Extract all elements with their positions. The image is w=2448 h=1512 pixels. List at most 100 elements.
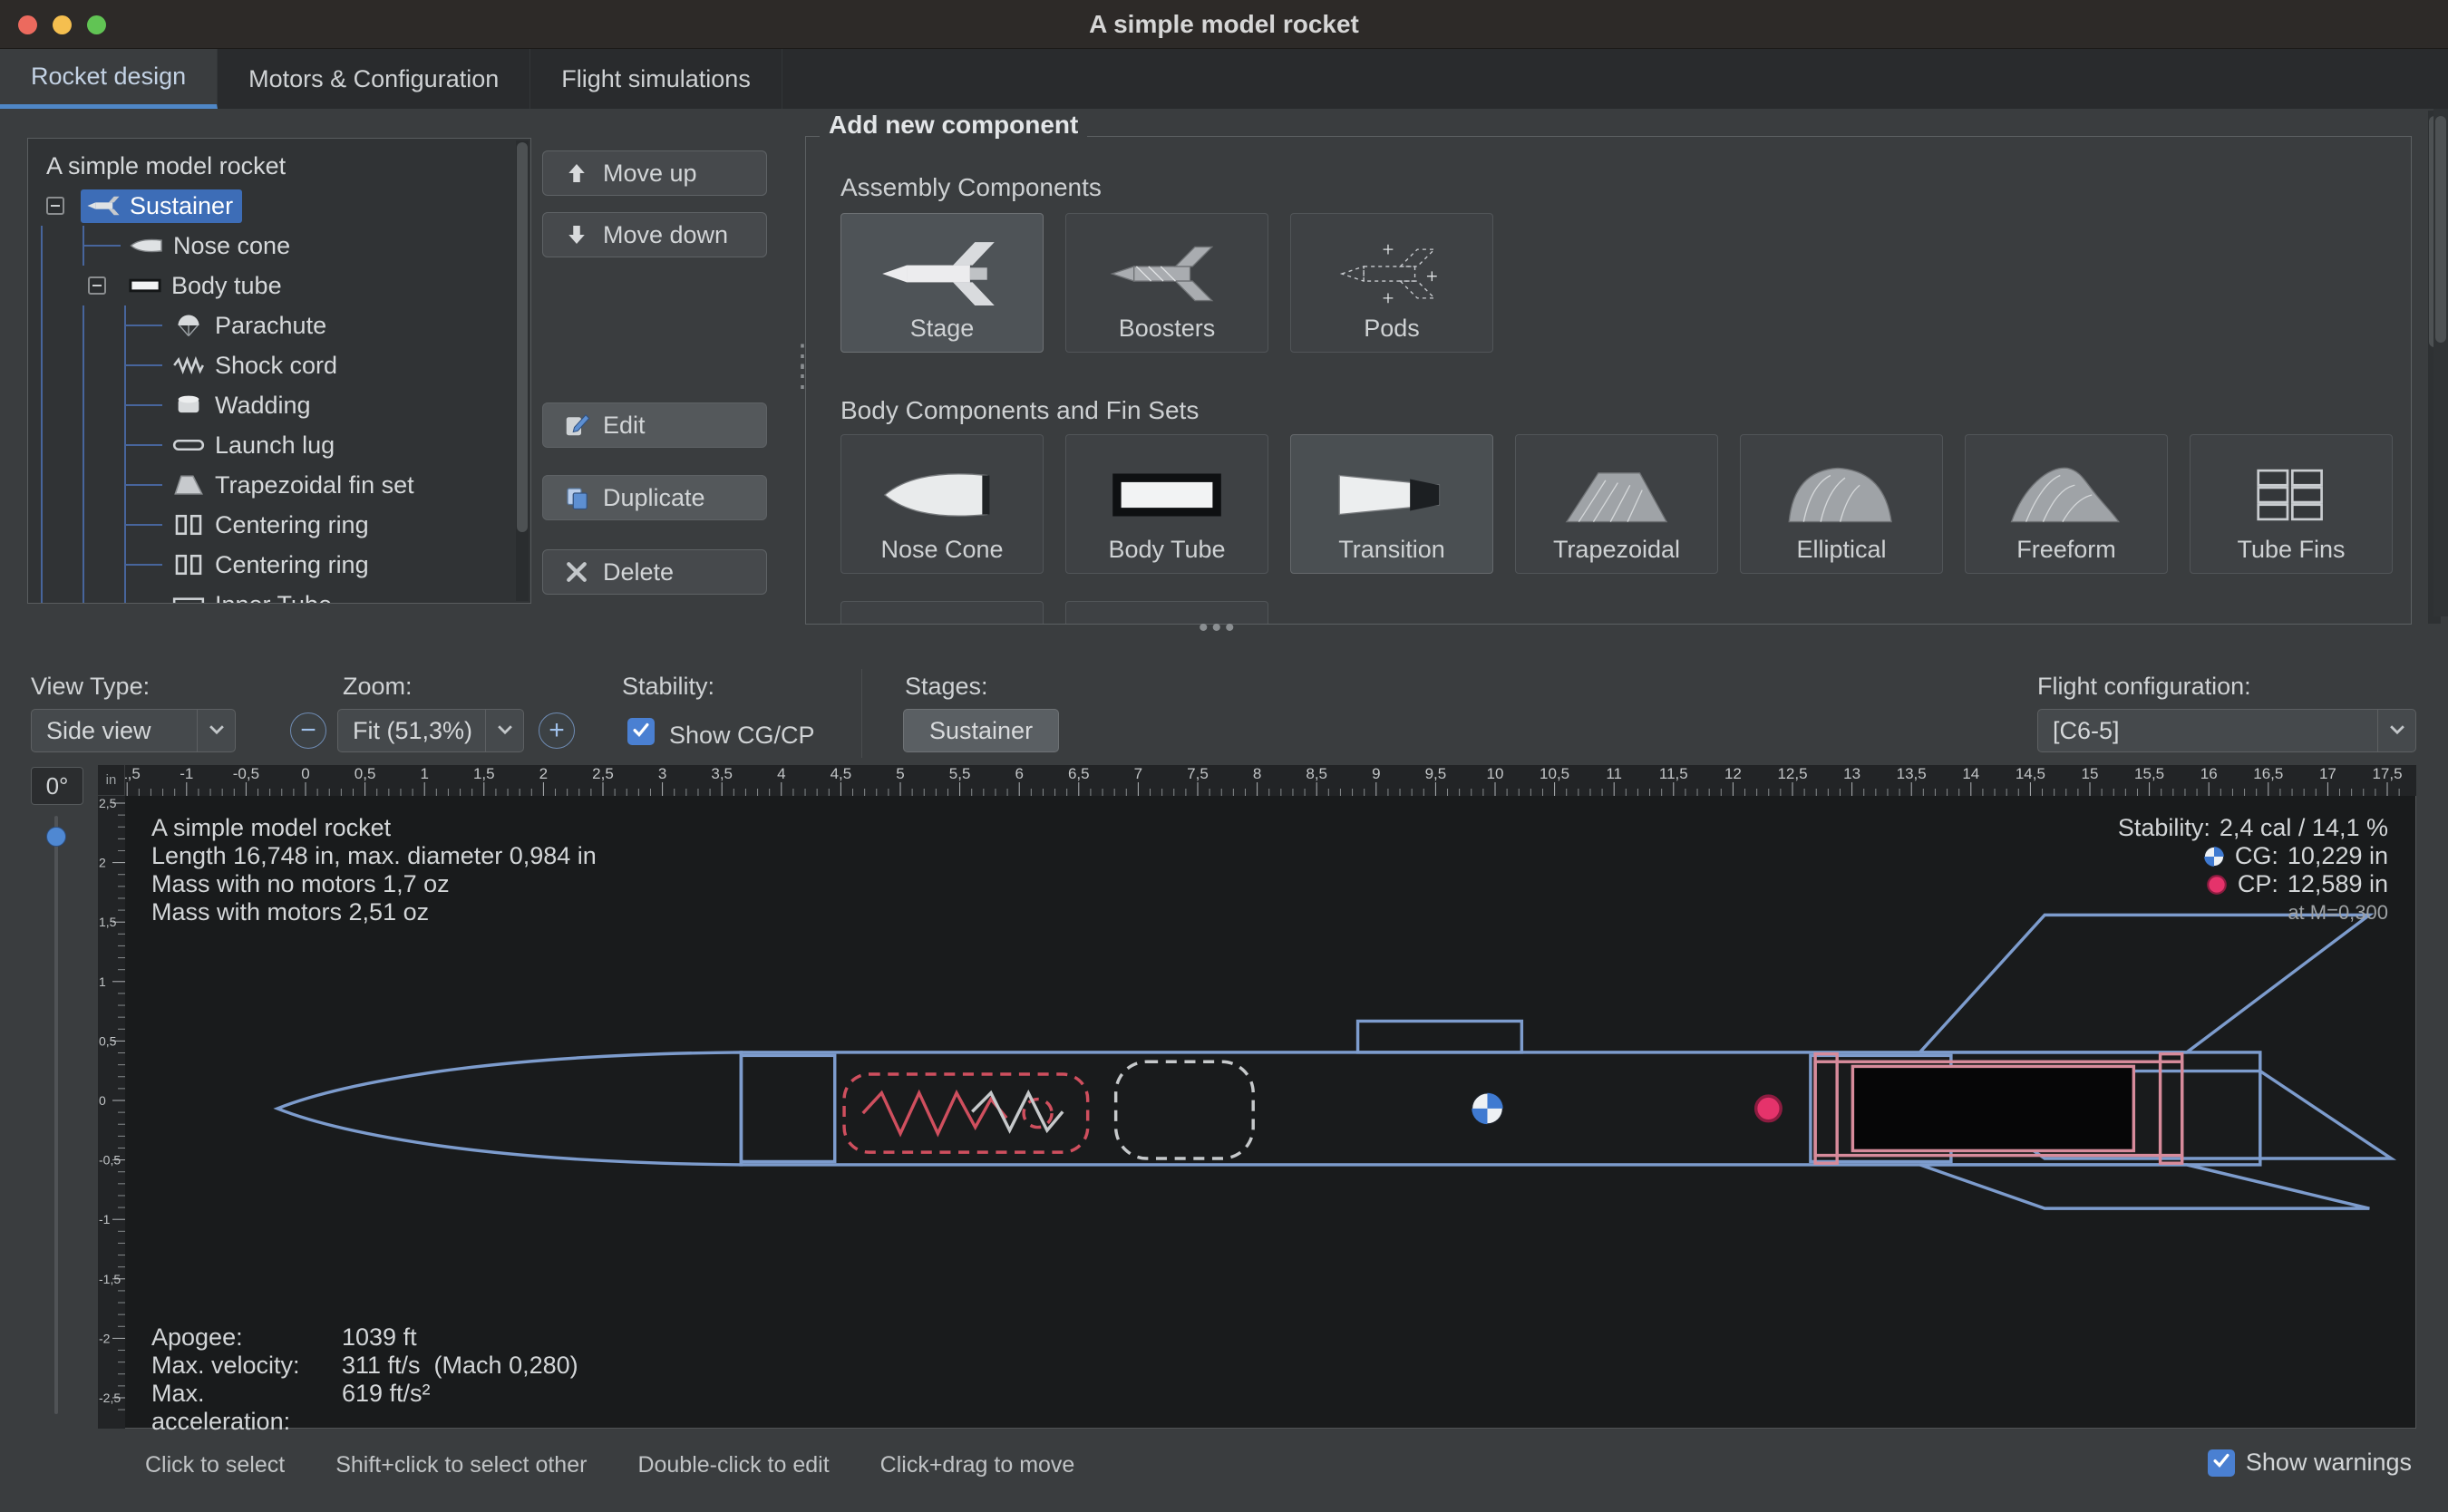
rocket-info-text: A simple model rocket Length 16,748 in, … <box>151 814 597 926</box>
component-button-freeform[interactable]: Freeform <box>1965 434 2168 574</box>
tree-guide <box>41 585 83 604</box>
tree-item-inner-tube[interactable]: Inner Tube <box>41 585 530 604</box>
component-button-nose-cone[interactable]: Nose Cone <box>840 434 1044 574</box>
component-button-stage[interactable]: Stage <box>840 213 1044 353</box>
flight-stat-apogee: Apogee:1039 ft <box>151 1323 578 1352</box>
tree-guide <box>83 385 124 425</box>
tree-scrollbar[interactable] <box>516 141 529 601</box>
show-cgcp-checkbox[interactable] <box>627 718 655 745</box>
component-button-tube-fins[interactable]: Tube Fins <box>2190 434 2393 574</box>
svg-text:0: 0 <box>99 1093 106 1108</box>
tree-item-trapezoidal-fin-set[interactable]: Trapezoidal fin set <box>41 465 530 505</box>
svg-text:8: 8 <box>1253 765 1261 782</box>
tree-guide <box>83 305 124 345</box>
svg-text:0,5: 0,5 <box>99 1033 117 1048</box>
svg-text:14,5: 14,5 <box>2016 765 2045 782</box>
tab-motors-configuration[interactable]: Motors & Configuration <box>218 49 530 109</box>
tree-guide <box>124 345 166 385</box>
tree-item-wadding[interactable]: Wadding <box>41 385 530 425</box>
svg-text:10: 10 <box>1487 765 1504 782</box>
collapse-icon[interactable] <box>88 276 106 295</box>
elliptical-icon <box>1773 456 1909 534</box>
svg-text:0: 0 <box>301 765 309 782</box>
launch-lug-icon <box>171 433 206 457</box>
svg-text:14: 14 <box>1962 765 1979 782</box>
flight-stat-max-velocity: Max. velocity:311 ft/s (Mach 0,280) <box>151 1352 578 1380</box>
centering-ring-icon <box>171 553 206 577</box>
view-type-select[interactable]: Side view <box>31 709 236 752</box>
tree-guide <box>83 226 124 266</box>
collapse-icon[interactable] <box>46 197 64 215</box>
window-scrollbar-thumb[interactable] <box>2435 116 2446 343</box>
zoom-out-button[interactable]: − <box>290 712 326 749</box>
component-button-transition[interactable]: Transition <box>1290 434 1493 574</box>
svg-text:6: 6 <box>1015 765 1023 782</box>
tree-item-shock-cord[interactable]: Shock cord <box>41 345 530 385</box>
trapezoidal-icon <box>1549 456 1685 534</box>
hint-text: Click+drag to move <box>880 1452 1075 1478</box>
chevron-down-icon <box>2377 710 2415 751</box>
minimize-window-button[interactable] <box>53 15 72 34</box>
component-button-clipped[interactable] <box>840 601 1044 625</box>
tab-flight-simulations[interactable]: Flight simulations <box>530 49 782 109</box>
stage-toggle-sustainer[interactable]: Sustainer <box>903 709 1059 752</box>
svg-text:10,5: 10,5 <box>1540 765 1569 782</box>
assembly-components-header: Assembly Components <box>840 173 1102 202</box>
window-scrollbar[interactable] <box>2433 109 2448 616</box>
chevron-down-icon <box>485 710 523 751</box>
zoom-in-button[interactable]: + <box>539 712 575 749</box>
add-component-panel: Assembly Components StageBoostersPods Bo… <box>805 136 2412 625</box>
move-up-button[interactable]: Move up <box>542 150 767 196</box>
shock-cord-icon <box>171 354 206 377</box>
move-down-button[interactable]: Move down <box>542 212 767 257</box>
svg-text:8,5: 8,5 <box>1306 765 1327 782</box>
svg-text:11: 11 <box>1606 765 1622 782</box>
component-button-pods[interactable]: Pods <box>1290 213 1493 353</box>
assembly-components-row: StageBoostersPods <box>840 213 1493 353</box>
rocket-icon <box>86 194 121 218</box>
add-component-title: Add new component <box>820 111 1087 140</box>
tree-item-centering-ring[interactable]: Centering ring <box>41 545 530 585</box>
svg-text:17,5: 17,5 <box>2372 765 2402 782</box>
tree-guide <box>41 226 83 266</box>
ruler-unit-label: in <box>98 765 125 796</box>
splitter-handle[interactable]: ⋮⋮ <box>787 346 805 386</box>
component-button-body-tube[interactable]: Body Tube <box>1065 434 1268 574</box>
svg-text:15: 15 <box>2082 765 2099 782</box>
flight-configuration-select[interactable]: [C6-5] <box>2037 709 2416 752</box>
wadding-icon <box>171 393 206 417</box>
component-button-boosters[interactable]: Boosters <box>1065 213 1268 353</box>
rotation-slider-track[interactable] <box>54 816 58 1414</box>
inner-tube-icon <box>171 593 206 604</box>
svg-text:-2,5: -2,5 <box>99 1391 121 1405</box>
tree-item-launch-lug[interactable]: Launch lug <box>41 425 530 465</box>
tree-item-sustainer[interactable]: Sustainer <box>41 186 530 226</box>
zoom-window-button[interactable] <box>87 15 106 34</box>
rotation-angle-field[interactable]: 0° <box>31 767 83 805</box>
tree-item-a-simple-model-rocket[interactable]: A simple model rocket <box>41 146 530 186</box>
tree-item-parachute[interactable]: Parachute <box>41 305 530 345</box>
edit-button[interactable]: Edit <box>542 402 767 448</box>
tab-rocket-design[interactable]: Rocket design <box>0 49 218 109</box>
freeform-icon <box>1998 456 2134 534</box>
body-tube-icon <box>1099 456 1235 534</box>
show-warnings-checkbox[interactable] <box>2208 1449 2235 1477</box>
tree-item-nose-cone[interactable]: Nose cone <box>41 226 530 266</box>
zoom-select[interactable]: Fit (51,3%) <box>337 709 524 752</box>
component-button-elliptical[interactable]: Elliptical <box>1740 434 1943 574</box>
panel-resize-handle[interactable]: ••• <box>1199 613 1239 644</box>
delete-button[interactable]: Delete <box>542 549 767 595</box>
flight-stats: Apogee:1039 ftMax. velocity:311 ft/s (Ma… <box>151 1323 578 1436</box>
component-button-trapezoidal[interactable]: Trapezoidal <box>1515 434 1718 574</box>
toolbar-divider <box>861 669 862 758</box>
tree-item-centering-ring[interactable]: Centering ring <box>41 505 530 545</box>
svg-text:16: 16 <box>2200 765 2218 782</box>
close-window-button[interactable] <box>18 15 37 34</box>
tree-scrollbar-thumb[interactable] <box>517 142 528 532</box>
duplicate-button[interactable]: Duplicate <box>542 475 767 520</box>
delete-icon <box>563 558 590 586</box>
hint-text: Shift+click to select other <box>335 1452 587 1478</box>
tree-guide <box>124 385 166 425</box>
rotation-slider-handle[interactable] <box>46 827 66 847</box>
tree-item-body-tube[interactable]: Body tube <box>41 266 530 305</box>
